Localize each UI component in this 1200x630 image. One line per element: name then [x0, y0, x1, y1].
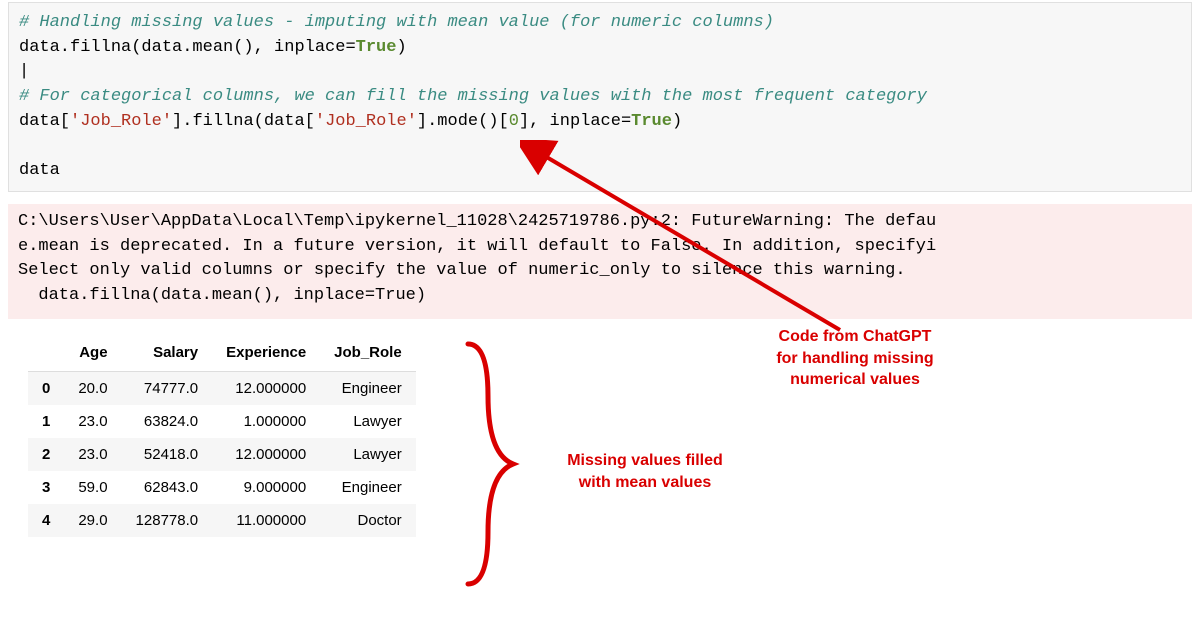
cell-exp: 11.000000 [212, 504, 320, 537]
annotation-mean-filled: Missing values filledwith mean values [540, 450, 750, 493]
col-header-experience: Experience [212, 336, 320, 372]
cell-age: 20.0 [64, 372, 121, 406]
table-row: 1 23.0 63824.0 1.000000 Lawyer [28, 405, 416, 438]
cell-role: Doctor [320, 504, 416, 537]
code-string-1: 'Job_Role' [70, 112, 172, 131]
cell-role: Engineer [320, 372, 416, 406]
warn-line-1: C:\Users\User\AppData\Local\Temp\ipykern… [18, 212, 936, 231]
col-header-salary: Salary [122, 336, 213, 372]
table-row: 3 59.0 62843.0 9.000000 Engineer [28, 471, 416, 504]
code-number-zero: 0 [509, 112, 519, 131]
warn-line-4: data.fillna(data.mean(), inplace=True) [18, 286, 426, 305]
row-index: 2 [28, 438, 64, 471]
code-line-2d: ], inplace= [519, 112, 631, 131]
table-header-row: Age Salary Experience Job_Role [28, 336, 416, 372]
warn-line-2: e.mean is deprecated. In a future versio… [18, 237, 936, 256]
cell-salary: 128778.0 [122, 504, 213, 537]
table-row: 2 23.0 52418.0 12.000000 Lawyer [28, 438, 416, 471]
code-comment-2: # For categorical columns, we can fill t… [19, 87, 927, 106]
cell-salary: 74777.0 [122, 372, 213, 406]
index-header [28, 336, 64, 372]
cell-role: Engineer [320, 471, 416, 504]
code-line-2e: ) [672, 112, 682, 131]
code-string-2: 'Job_Role' [315, 112, 417, 131]
cell-salary: 62843.0 [122, 471, 213, 504]
warn-line-3: Select only valid columns or specify the… [18, 261, 906, 280]
code-line-1b: ) [396, 38, 406, 57]
cell-exp: 12.000000 [212, 372, 320, 406]
cell-age: 23.0 [64, 438, 121, 471]
row-index: 3 [28, 471, 64, 504]
code-keyword-true-1: True [356, 38, 397, 57]
cell-age: 59.0 [64, 471, 121, 504]
col-header-jobrole: Job_Role [320, 336, 416, 372]
annotation-chatgpt-code: Code from ChatGPTfor handling missingnum… [740, 326, 970, 391]
table-row: 0 20.0 74777.0 12.000000 Engineer [28, 372, 416, 406]
code-line-3: data [19, 161, 60, 180]
code-line-1a: data.fillna(data.mean(), inplace= [19, 38, 356, 57]
dataframe-output: Age Salary Experience Job_Role 0 20.0 74… [28, 336, 416, 537]
text-cursor: | [19, 62, 29, 81]
code-cell[interactable]: # Handling missing values - imputing wit… [8, 2, 1192, 192]
row-index: 4 [28, 504, 64, 537]
cell-age: 29.0 [64, 504, 121, 537]
cell-exp: 9.000000 [212, 471, 320, 504]
cell-exp: 1.000000 [212, 405, 320, 438]
warning-output: C:\Users\User\AppData\Local\Temp\ipykern… [8, 204, 1192, 319]
cell-role: Lawyer [320, 405, 416, 438]
curly-brace-icon [458, 336, 528, 592]
code-line-2a: data[ [19, 112, 70, 131]
code-line-2b: ].fillna(data[ [172, 112, 315, 131]
row-index: 0 [28, 372, 64, 406]
cell-salary: 52418.0 [122, 438, 213, 471]
table-row: 4 29.0 128778.0 11.000000 Doctor [28, 504, 416, 537]
code-comment-1: # Handling missing values - imputing wit… [19, 13, 774, 32]
cell-age: 23.0 [64, 405, 121, 438]
cell-salary: 63824.0 [122, 405, 213, 438]
cell-role: Lawyer [320, 438, 416, 471]
code-line-2c: ].mode()[ [417, 112, 509, 131]
col-header-age: Age [64, 336, 121, 372]
annotation-text: Missing values filledwith mean values [567, 452, 723, 491]
cell-exp: 12.000000 [212, 438, 320, 471]
annotation-text: Code from ChatGPTfor handling missingnum… [776, 328, 933, 388]
row-index: 1 [28, 405, 64, 438]
code-keyword-true-2: True [631, 112, 672, 131]
